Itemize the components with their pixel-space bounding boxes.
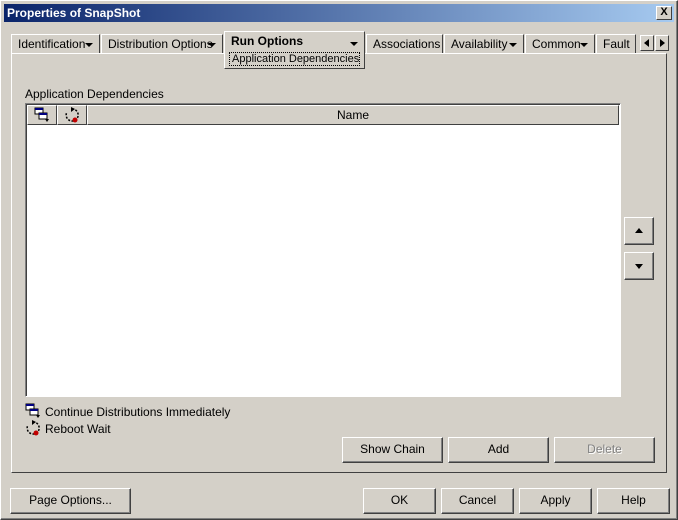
window-title: Properties of SnapShot: [7, 6, 141, 20]
apply-button[interactable]: Apply: [519, 488, 592, 514]
reboot-wait-icon: [26, 420, 40, 436]
title-bar[interactable]: Properties of SnapShot X: [4, 4, 674, 22]
tab-common[interactable]: Common: [525, 34, 595, 54]
ok-button[interactable]: OK: [363, 488, 436, 514]
tab-scroll-left-button[interactable]: [640, 35, 654, 51]
tab-availability[interactable]: Availability: [444, 34, 524, 54]
tab-distribution-options[interactable]: Distribution Options: [101, 34, 223, 54]
arrow-down-icon: [635, 264, 643, 269]
column-header-continue[interactable]: [27, 105, 57, 125]
tab-identification[interactable]: Identification: [11, 34, 100, 54]
tab-fault[interactable]: Fault: [596, 34, 636, 54]
tab-subpage-application-dependencies[interactable]: Application Dependencies: [229, 52, 360, 66]
tab-label: Distribution Options: [108, 37, 213, 51]
tab-label: Availability: [451, 37, 508, 51]
tab-label: Identification: [18, 37, 86, 51]
tab-scroll-right-button[interactable]: [655, 35, 669, 51]
show-chain-button[interactable]: Show Chain: [342, 437, 443, 463]
section-title: Application Dependencies: [25, 87, 164, 101]
add-button[interactable]: Add: [448, 437, 549, 463]
properties-dialog: Properties of SnapShot X Identification …: [0, 0, 678, 520]
continue-distribution-icon: [34, 107, 49, 122]
legend-reboot-label: Reboot Wait: [45, 422, 111, 436]
close-button[interactable]: X: [656, 6, 672, 20]
move-up-button[interactable]: [624, 217, 654, 245]
dependencies-list[interactable]: Name: [25, 103, 621, 397]
tab-run-options[interactable]: Run Options Application Dependencies: [224, 31, 365, 69]
tab-label: Common: [532, 37, 581, 51]
delete-button[interactable]: Delete: [554, 437, 655, 463]
tab-label: Run Options: [231, 34, 303, 48]
dropdown-arrow-icon: [509, 43, 517, 47]
column-header-reboot[interactable]: [57, 105, 87, 125]
tab-associations[interactable]: Associations: [366, 34, 443, 54]
reboot-wait-icon: [65, 107, 79, 123]
legend-continue-label: Continue Distributions Immediately: [45, 405, 231, 419]
help-button[interactable]: Help: [597, 488, 670, 514]
tab-label: Fault: [603, 37, 630, 51]
arrow-left-icon: [644, 39, 649, 47]
dropdown-arrow-icon: [85, 43, 93, 47]
dropdown-arrow-icon: [580, 43, 588, 47]
arrow-right-icon: [660, 39, 665, 47]
continue-distribution-icon: [25, 403, 40, 418]
dropdown-arrow-icon: [350, 42, 358, 46]
cancel-button[interactable]: Cancel: [441, 488, 514, 514]
move-down-button[interactable]: [624, 252, 654, 280]
page-options-button[interactable]: Page Options...: [10, 488, 131, 514]
column-header-name[interactable]: Name: [87, 105, 619, 125]
dropdown-arrow-icon: [208, 43, 216, 47]
tab-label: Associations: [373, 37, 441, 51]
arrow-up-icon: [635, 228, 643, 233]
